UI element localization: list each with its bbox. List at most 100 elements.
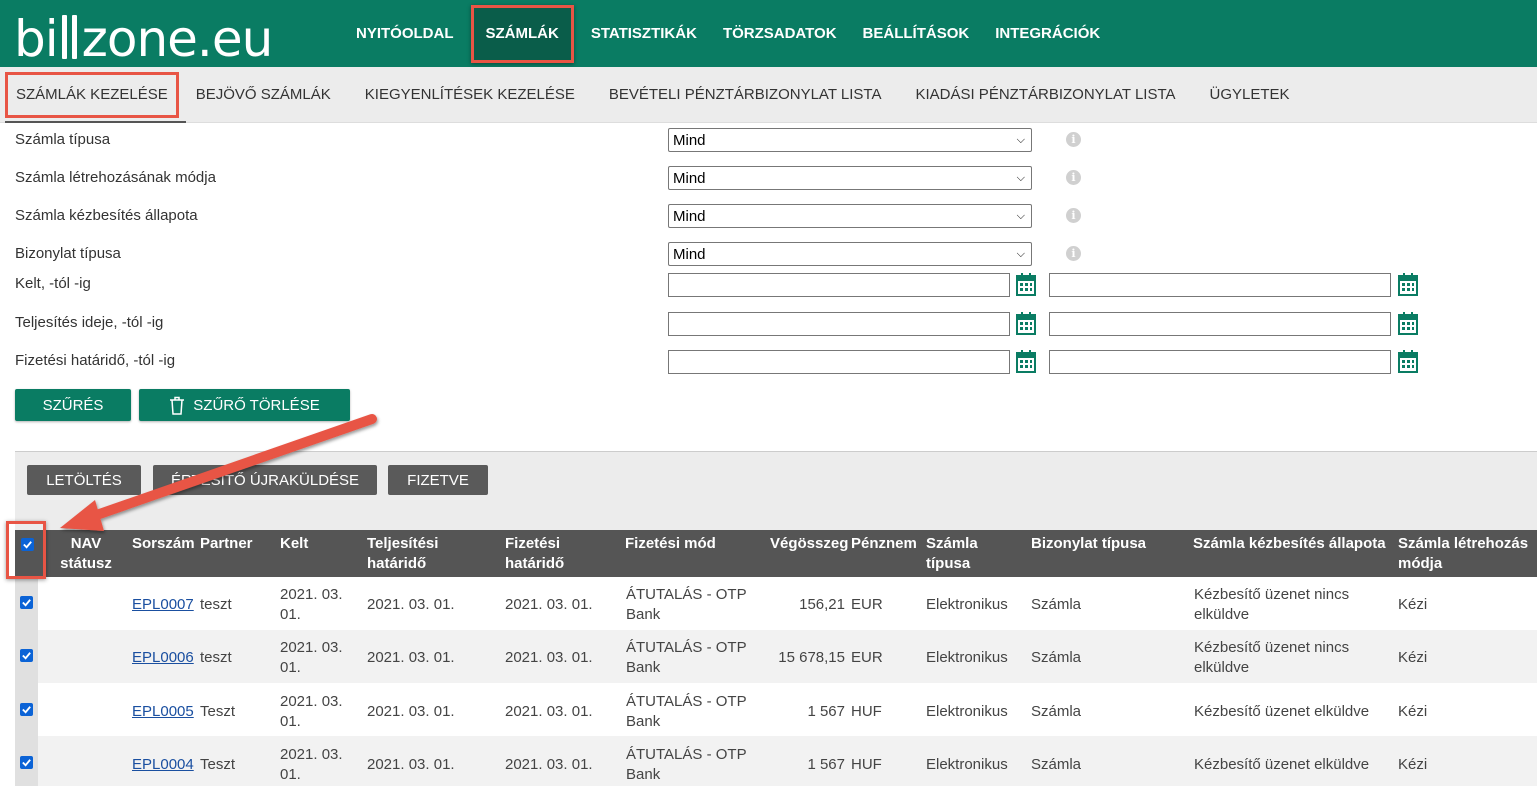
payment-due-to-input[interactable] [1049,350,1391,374]
column-header-date[interactable]: Kelt [280,534,308,554]
logo[interactable]: bi zone.eu [14,4,273,64]
row-checkbox[interactable] [20,596,33,609]
payment-method-cell: ÁTUTALÁS - OTP Bank [626,586,747,623]
filter-label-invoice-type: Számla típusa [15,131,111,148]
column-header-creation-mode[interactable]: Számla létrehozás módja [1398,534,1537,574]
column-header-partner[interactable]: Partner [200,534,253,554]
nav-item-invoices[interactable]: SZÁMLÁK [470,4,574,63]
nav-item-master-data[interactable]: TÖRZSADATOK [710,0,850,67]
invoice-number-anchor[interactable]: EPL0007 [132,596,194,613]
subnav-item-cash-payments[interactable]: KIADÁSI PÉNZTÁRBIZONYLAT LISTA [898,67,1192,123]
row-checkbox[interactable] [20,703,33,716]
document-type-select[interactable]: Mind ⌵ [668,242,1032,266]
column-header-payment-method[interactable]: Fizetési mód [625,534,716,554]
partner-cell: Teszt [200,756,236,773]
nav-item-settings[interactable]: BEÁLLÍTÁSOK [850,0,983,67]
column-header-document-type[interactable]: Bizonylat típusa [1031,534,1146,554]
select-value: Mind [673,169,706,187]
chevron-down-icon: ⌵ [1016,247,1025,260]
chevron-down-icon: ⌵ [1016,171,1025,184]
creation-mode-cell: Kézi [1398,756,1428,773]
calendar-icon[interactable] [1398,272,1418,296]
subnav-item-cash-receipts[interactable]: BEVÉTELI PÉNZTÁRBIZONYLAT LISTA [592,67,899,123]
filter-button[interactable]: SZŰRÉS [15,389,131,421]
fulfillment-date-to-input[interactable] [1049,312,1391,336]
delivery-status-cell: Kézbesítő üzenet elküldve [1194,703,1370,720]
payment-due-from-input[interactable] [668,350,1010,374]
row-checkbox[interactable] [20,756,33,769]
total-cell: 15 678,15 [778,649,845,666]
calendar-icon[interactable] [1016,349,1036,373]
info-icon[interactable]: i [1066,208,1081,223]
issue-date-to-input[interactable] [1049,273,1391,297]
calendar-icon[interactable] [1398,311,1418,335]
subnav-item-transactions[interactable]: ÜGYLETEK [1193,67,1307,123]
info-icon[interactable]: i [1066,132,1081,147]
issue-date-from-input[interactable] [668,273,1010,297]
trash-icon [170,396,185,415]
calendar-icon[interactable] [1016,311,1036,335]
invoice-number-link[interactable]: EPL0005 [132,702,194,722]
download-button[interactable]: LETÖLTÉS [27,465,141,495]
date-cell: 2021. 03. 01. [280,746,343,783]
partner-cell: teszt [200,649,232,666]
due-cell: 2021. 03. 01. [505,756,593,773]
subnav-item-manage-invoices[interactable]: SZÁMLÁK KEZELÉSE [5,71,186,123]
column-header-total[interactable]: Végösszeg [770,534,848,554]
delivery-status-select[interactable]: Mind ⌵ [668,204,1032,228]
currency-cell: EUR [851,596,883,613]
column-header-invoice-type[interactable]: Számla típusa [926,534,996,574]
subnav-item-settlements[interactable]: KIEGYENLÍTÉSEK KEZELÉSE [348,67,592,123]
nav-item-integrations[interactable]: INTEGRÁCIÓK [982,0,1113,67]
document-type-cell: Számla [1031,649,1082,666]
column-header-due[interactable]: Fizetési határidő [505,534,595,574]
delivery-status-cell: Kézbesítő üzenet nincs elküldve [1194,586,1350,623]
invoice-type-select[interactable]: Mind ⌵ [668,128,1032,152]
select-all-highlight [6,521,46,579]
sub-nav: SZÁMLÁK KEZELÉSE BEJÖVŐ SZÁMLÁK KIEGYENL… [0,67,1537,123]
document-type-cell: Számla [1031,596,1082,613]
invoice-number-link[interactable]: EPL0007 [132,595,194,615]
invoice-number-anchor[interactable]: EPL0004 [132,756,194,773]
fulfillment-cell: 2021. 03. 01. [367,596,455,613]
checkbox-checked-icon [22,706,31,714]
mark-paid-button[interactable]: FIZETVE [388,465,488,495]
row-checkbox[interactable] [20,649,33,662]
column-header-number[interactable]: Sorszám [132,534,195,554]
due-cell: 2021. 03. 01. [505,703,593,720]
info-icon[interactable]: i [1066,246,1081,261]
date-cell: 2021. 03. 01. [280,693,343,730]
info-icon[interactable]: i [1066,170,1081,185]
column-header-fulfillment[interactable]: Teljesítési határidő [367,534,467,574]
filter-label-document-type: Bizonylat típusa [15,245,121,262]
invoice-number-anchor[interactable]: EPL0005 [132,703,194,720]
subnav-item-incoming-invoices[interactable]: BEJÖVŐ SZÁMLÁK [179,67,348,123]
payment-method-cell: ÁTUTALÁS - OTP Bank [626,639,747,676]
column-header-delivery-status[interactable]: Számla kézbesítés állapota [1193,534,1386,554]
calendar-icon[interactable] [1398,349,1418,373]
nav-item-statistics[interactable]: STATISZTIKÁK [578,0,710,67]
due-cell: 2021. 03. 01. [505,649,593,666]
document-type-cell: Számla [1031,756,1082,773]
table-header: NAV státusz Sorszám Partner Kelt Teljesí… [15,530,1537,577]
nav-item-home[interactable]: NYITÓOLDAL [343,0,467,67]
select-value: Mind [673,245,706,263]
column-header-currency[interactable]: Pénznem [851,534,917,554]
calendar-icon[interactable] [1016,272,1036,296]
invoice-number-anchor[interactable]: EPL0006 [132,649,194,666]
date-cell: 2021. 03. 01. [280,639,343,676]
currency-cell: HUF [851,756,882,773]
column-header-nav-status[interactable]: NAV státusz [57,534,115,574]
invoice-number-link[interactable]: EPL0004 [132,755,194,775]
clear-filter-button[interactable]: SZŰRŐ TÖRLÉSE [139,389,350,421]
creation-mode-select[interactable]: Mind ⌵ [668,166,1032,190]
total-cell: 156,21 [799,596,845,613]
fulfillment-cell: 2021. 03. 01. [367,703,455,720]
invoice-number-link[interactable]: EPL0006 [132,648,194,668]
fulfillment-date-from-input[interactable] [668,312,1010,336]
filter-label-delivery-status: Számla kézbesítés állapota [15,207,198,224]
resend-notification-button[interactable]: ÉRTESÍTŐ ÚJRAKÜLDÉSE [153,465,377,495]
delivery-status-cell: Kézbesítő üzenet nincs elküldve [1194,639,1350,676]
filter-label-fulfillment-date: Teljesítés ideje, -tól -ig [15,314,164,331]
select-value: Mind [673,207,706,225]
